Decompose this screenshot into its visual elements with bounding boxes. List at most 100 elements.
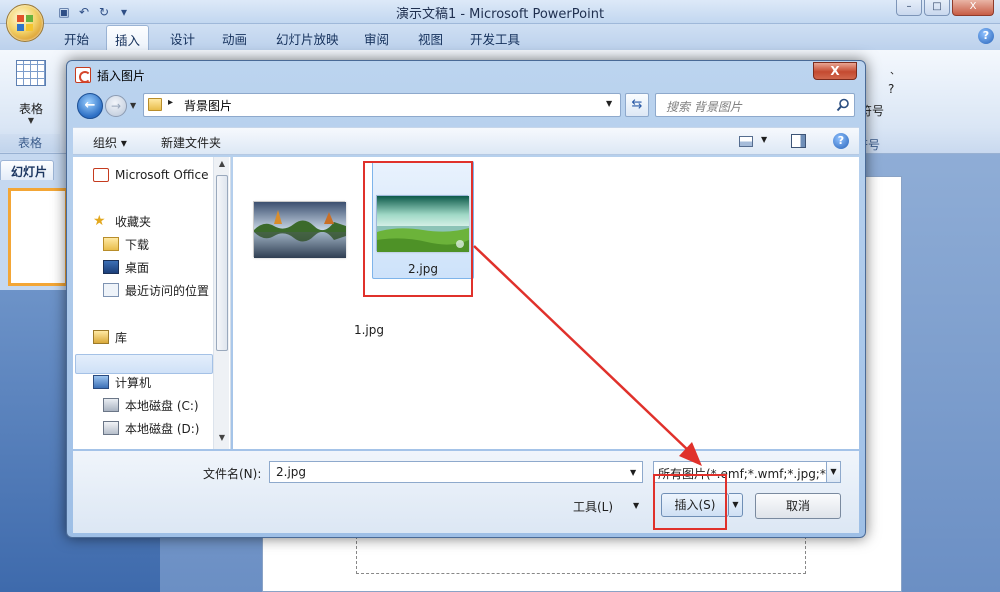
slide-number: 1	[10, 192, 17, 203]
nav-item-desktop[interactable]: 桌面	[103, 257, 149, 277]
dialog-app-icon	[75, 67, 91, 83]
ribbon-tabs: 开始 插入 设计 动画 幻灯片放映 审阅 视图 开发工具 ?	[0, 24, 1000, 54]
tools-dropdown-icon[interactable]: ▼	[633, 501, 639, 510]
question-icon: ?	[888, 82, 895, 96]
undo-icon[interactable]: ↶	[76, 4, 92, 20]
dialog-title: 插入图片	[97, 69, 146, 83]
nav-item-office[interactable]: Microsoft Office	[93, 165, 208, 185]
slide-thumbnail[interactable]	[8, 188, 68, 286]
nav-label: Microsoft Office	[115, 168, 209, 182]
chevron-down-icon[interactable]: ▼	[6, 116, 56, 125]
nav-item-recent[interactable]: 最近访问的位置	[103, 280, 209, 300]
address-bar[interactable]: ▸ 背景图片 ▼	[143, 93, 621, 117]
history-dropdown-icon[interactable]: ▼	[130, 101, 136, 110]
scroll-up-icon[interactable]: ▲	[214, 159, 230, 171]
search-icon[interactable]	[836, 98, 850, 112]
insert-dropdown-icon[interactable]: ▼	[729, 493, 743, 517]
redo-icon[interactable]: ↻	[96, 4, 112, 20]
nav-item-libraries[interactable]: 库	[93, 327, 127, 347]
tab-design[interactable]: 设计	[170, 29, 195, 48]
dialog-footer: 文件名(N): 2.jpg ▼ 所有图片(*.emf;*.wmf;*.jpg;*…	[73, 451, 859, 533]
navigation-pane: Microsoft Office ★ 收藏夹 下载 桌面 最近访问的位置 库 计…	[73, 157, 231, 449]
filename-input[interactable]: 2.jpg ▼	[269, 461, 643, 483]
help-icon[interactable]: ?	[833, 133, 849, 149]
quick-access-toolbar: ▣ ↶ ↻ ▾	[56, 3, 132, 21]
window-close-button[interactable]: X	[952, 0, 994, 16]
preview-pane-icon[interactable]	[791, 134, 806, 148]
tools-button[interactable]: 工具(L)	[573, 498, 613, 515]
table-icon[interactable]	[16, 60, 46, 86]
slides-tab[interactable]: 幻灯片	[0, 160, 54, 180]
filename-dropdown-icon[interactable]: ▼	[630, 468, 636, 477]
landscape-image-icon	[254, 202, 346, 258]
file-thumbnail-1[interactable]	[253, 201, 346, 258]
nav-item-drive-c[interactable]: 本地磁盘 (C:)	[103, 395, 199, 415]
window-controls: – □ X	[896, 0, 994, 16]
filename-value: 2.jpg	[276, 465, 307, 479]
address-dropdown-icon[interactable]: ▼	[606, 99, 612, 108]
nav-item-downloads[interactable]: 下载	[103, 234, 149, 254]
folder-icon	[148, 98, 162, 111]
nav-label: 下载	[125, 237, 150, 252]
table-group-label: 表格	[0, 134, 60, 152]
breadcrumb-separator-icon[interactable]: ▸	[168, 97, 173, 108]
tab-animations[interactable]: 动画	[222, 29, 247, 48]
annotation-box-file	[363, 161, 473, 297]
file-name-1[interactable]: 1.jpg	[319, 323, 419, 337]
back-arrow-icon[interactable]: ←	[77, 93, 103, 119]
dialog-close-button[interactable]: X	[813, 62, 857, 80]
nav-label: 收藏夹	[115, 214, 152, 229]
tab-slideshow[interactable]: 幻灯片放映	[276, 29, 339, 48]
refresh-icon[interactable]: ⇆	[625, 93, 649, 117]
nav-label: 计算机	[115, 375, 152, 390]
office-logo-icon	[17, 15, 34, 32]
table-button-label[interactable]: 表格	[6, 100, 56, 117]
drive-c-icon	[103, 398, 119, 412]
computer-icon	[93, 375, 109, 389]
annotation-box-insert	[653, 474, 727, 530]
new-folder-button[interactable]: 新建文件夹	[161, 134, 221, 151]
nav-item-drive-d[interactable]: 本地磁盘 (D:)	[103, 418, 199, 438]
forward-arrow-icon[interactable]: →	[105, 95, 127, 117]
save-icon[interactable]: ▣	[56, 4, 72, 20]
nav-scrollbar[interactable]: ▲ ▼	[213, 157, 229, 449]
desktop-icon	[103, 260, 119, 274]
nav-label: 本地磁盘 (D:)	[125, 421, 200, 436]
window-title: 演示文稿1 - Microsoft PowerPoint	[395, 7, 605, 22]
help-icon[interactable]: ?	[978, 28, 994, 44]
tab-developer[interactable]: 开发工具	[470, 29, 520, 48]
office-button[interactable]	[6, 4, 44, 42]
tab-view[interactable]: 视图	[418, 29, 443, 48]
customize-qat-icon[interactable]: ▾	[116, 4, 132, 20]
dialog-toolbar: 组织 ▾ 新建文件夹 ▼ ?	[73, 127, 859, 155]
nav-item-favorites[interactable]: ★ 收藏夹	[93, 211, 151, 231]
nav-label: 本地磁盘 (C:)	[125, 398, 199, 413]
view-dropdown-icon[interactable]: ▼	[761, 135, 767, 144]
tab-review[interactable]: 审阅	[364, 29, 389, 48]
star-icon: ★	[93, 213, 106, 229]
search-input[interactable]: 搜索 背景图片	[655, 93, 855, 117]
filename-label: 文件名(N):	[203, 467, 262, 481]
downloads-folder-icon	[103, 237, 119, 251]
organize-button[interactable]: 组织 ▾	[93, 134, 127, 151]
file-type-dropdown-icon[interactable]: ▼	[826, 462, 840, 482]
breadcrumb[interactable]: 背景图片	[184, 97, 232, 114]
text-placeholder[interactable]	[356, 536, 806, 574]
change-view-icon[interactable]	[739, 136, 753, 147]
nav-label: 库	[115, 330, 128, 345]
insert-picture-dialog: 插入图片 X ← → ▼ ▸ 背景图片 ▼ ⇆ 搜索 背景图片 组织 ▾ 新建文…	[66, 60, 866, 538]
tab-home[interactable]: 开始	[64, 29, 89, 48]
ribbon-dot: 、	[890, 66, 900, 77]
scroll-down-icon[interactable]: ▼	[214, 433, 230, 445]
scroll-thumb[interactable]	[216, 175, 228, 351]
nav-item-computer[interactable]: 计算机	[93, 372, 151, 392]
maximize-button[interactable]: □	[924, 0, 950, 16]
office-icon	[93, 168, 109, 182]
cancel-button[interactable]: 取消	[755, 493, 841, 519]
recent-places-icon	[103, 283, 119, 297]
nav-label: 最近访问的位置	[125, 283, 210, 298]
minimize-button[interactable]: –	[896, 0, 922, 16]
nav-label: 桌面	[125, 260, 150, 275]
nav-selection-highlight	[75, 354, 213, 374]
drive-d-icon	[103, 421, 119, 435]
